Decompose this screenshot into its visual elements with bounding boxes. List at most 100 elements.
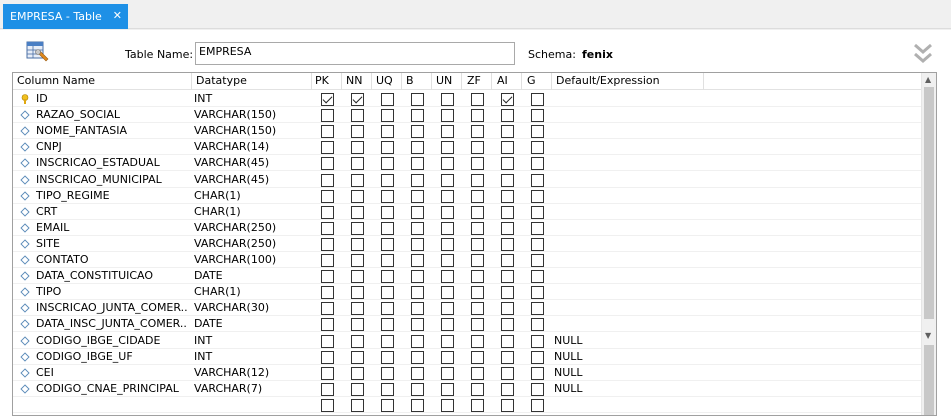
- table-row[interactable]: INSCRICAO_JUNTA_COMER... VARCHAR(30): [13, 300, 921, 317]
- table-row[interactable]: CONTATO VARCHAR(100): [13, 252, 921, 268]
- datatype-cell[interactable]: DATE: [194, 317, 312, 330]
- uq-checkbox[interactable]: [381, 109, 394, 123]
- table-row[interactable]: NOME_FANTASIA VARCHAR(150): [13, 123, 921, 140]
- b-checkbox[interactable]: [411, 382, 424, 396]
- un-checkbox[interactable]: [441, 205, 454, 219]
- uq-checkbox[interactable]: [381, 398, 394, 412]
- zf-checkbox[interactable]: [471, 382, 484, 396]
- table-row[interactable]: CNPJ VARCHAR(14): [13, 139, 921, 156]
- un-checkbox[interactable]: [441, 350, 454, 364]
- nn-checkbox[interactable]: [351, 382, 364, 396]
- table-row[interactable]: RAZAO_SOCIAL VARCHAR(150): [13, 107, 921, 124]
- pk-checkbox[interactable]: [321, 237, 334, 251]
- b-checkbox[interactable]: [411, 350, 424, 364]
- g-checkbox[interactable]: [531, 157, 544, 171]
- uq-checkbox[interactable]: [381, 141, 394, 155]
- ai-checkbox[interactable]: [501, 157, 514, 171]
- un-checkbox[interactable]: [441, 286, 454, 300]
- nn-checkbox[interactable]: [351, 237, 364, 251]
- table-row[interactable]: [13, 397, 921, 413]
- table-row[interactable]: INSCRICAO_ESTADUAL VARCHAR(45): [13, 155, 921, 172]
- zf-checkbox[interactable]: [471, 109, 484, 123]
- un-checkbox[interactable]: [441, 189, 454, 203]
- ai-checkbox[interactable]: [501, 350, 514, 364]
- b-checkbox[interactable]: [411, 109, 424, 123]
- datatype-cell[interactable]: VARCHAR(12): [194, 366, 312, 379]
- zf-checkbox[interactable]: [471, 237, 484, 251]
- pk-checkbox[interactable]: [321, 141, 334, 155]
- datatype-cell[interactable]: VARCHAR(14): [194, 140, 312, 153]
- tab-empresa-table[interactable]: EMPRESA - Table ✕: [3, 4, 128, 29]
- g-checkbox[interactable]: [531, 141, 544, 155]
- pk-checkbox[interactable]: [321, 366, 334, 380]
- g-checkbox[interactable]: [531, 125, 544, 139]
- zf-checkbox[interactable]: [471, 286, 484, 300]
- g-checkbox[interactable]: [531, 334, 544, 348]
- ai-checkbox[interactable]: [501, 125, 514, 139]
- uq-checkbox[interactable]: [381, 254, 394, 267]
- b-checkbox[interactable]: [411, 93, 424, 106]
- g-checkbox[interactable]: [531, 173, 544, 187]
- ai-checkbox[interactable]: [501, 189, 514, 203]
- column-name-cell[interactable]: DATA_INSC_JUNTA_COMER...: [36, 317, 188, 330]
- nn-checkbox[interactable]: [351, 157, 364, 171]
- nn-checkbox[interactable]: [351, 270, 364, 284]
- nn-checkbox[interactable]: [351, 109, 364, 123]
- vertical-scrollbar[interactable]: ▲ ▼: [921, 73, 936, 415]
- table-row[interactable]: CEI VARCHAR(12) NULL: [13, 365, 921, 381]
- uq-checkbox[interactable]: [381, 334, 394, 348]
- g-checkbox[interactable]: [531, 350, 544, 364]
- header-b[interactable]: B: [406, 74, 414, 87]
- datatype-cell[interactable]: INT: [194, 350, 312, 363]
- header-g[interactable]: G: [527, 74, 536, 87]
- nn-checkbox[interactable]: [351, 141, 364, 155]
- g-checkbox[interactable]: [531, 93, 544, 106]
- uq-checkbox[interactable]: [381, 205, 394, 219]
- close-icon[interactable]: ✕: [113, 9, 122, 22]
- ai-checkbox[interactable]: [501, 270, 514, 284]
- nn-checkbox[interactable]: [351, 366, 364, 380]
- b-checkbox[interactable]: [411, 398, 424, 412]
- nn-checkbox[interactable]: [351, 205, 364, 219]
- zf-checkbox[interactable]: [471, 189, 484, 203]
- table-row[interactable]: CODIGO_CNAE_PRINCIPAL VARCHAR(7) NULL: [13, 381, 921, 397]
- column-name-cell[interactable]: INSCRICAO_JUNTA_COMER...: [36, 301, 188, 314]
- header-default-expression[interactable]: Default/Expression: [556, 74, 660, 87]
- b-checkbox[interactable]: [411, 173, 424, 187]
- scroll-up-icon[interactable]: ▲: [925, 75, 931, 84]
- b-checkbox[interactable]: [411, 157, 424, 171]
- b-checkbox[interactable]: [411, 254, 424, 267]
- header-un[interactable]: UN: [436, 74, 452, 87]
- column-name-cell[interactable]: CONTATO: [36, 253, 188, 266]
- column-name-cell[interactable]: EMAIL: [36, 221, 188, 234]
- un-checkbox[interactable]: [441, 318, 454, 332]
- zf-checkbox[interactable]: [471, 141, 484, 155]
- column-name-cell[interactable]: TIPO: [36, 285, 188, 298]
- table-row[interactable]: CODIGO_IBGE_CIDADE INT NULL: [13, 333, 921, 349]
- table-row[interactable]: TIPO_REGIME CHAR(1): [13, 188, 921, 204]
- nn-checkbox[interactable]: [351, 398, 364, 412]
- double-chevron-down-icon[interactable]: [913, 42, 933, 66]
- header-uq[interactable]: UQ: [376, 74, 393, 87]
- zf-checkbox[interactable]: [471, 157, 484, 171]
- column-name-cell[interactable]: RAZAO_SOCIAL: [36, 108, 188, 121]
- pk-checkbox[interactable]: [321, 382, 334, 396]
- un-checkbox[interactable]: [441, 109, 454, 123]
- column-name-cell[interactable]: INSCRICAO_MUNICIPAL: [36, 173, 188, 186]
- ai-checkbox[interactable]: [501, 366, 514, 380]
- pk-checkbox[interactable]: [321, 157, 334, 171]
- table-row[interactable]: SITE VARCHAR(250): [13, 236, 921, 252]
- datatype-cell[interactable]: VARCHAR(30): [194, 301, 312, 314]
- ai-checkbox[interactable]: [501, 93, 514, 106]
- uq-checkbox[interactable]: [381, 125, 394, 139]
- zf-checkbox[interactable]: [471, 205, 484, 219]
- nn-checkbox[interactable]: [351, 125, 364, 139]
- nn-checkbox[interactable]: [351, 334, 364, 348]
- un-checkbox[interactable]: [441, 125, 454, 139]
- nn-checkbox[interactable]: [351, 93, 364, 106]
- default-expression-cell[interactable]: NULL: [554, 366, 704, 379]
- un-checkbox[interactable]: [441, 398, 454, 412]
- g-checkbox[interactable]: [531, 318, 544, 332]
- ai-checkbox[interactable]: [501, 173, 514, 187]
- nn-checkbox[interactable]: [351, 254, 364, 267]
